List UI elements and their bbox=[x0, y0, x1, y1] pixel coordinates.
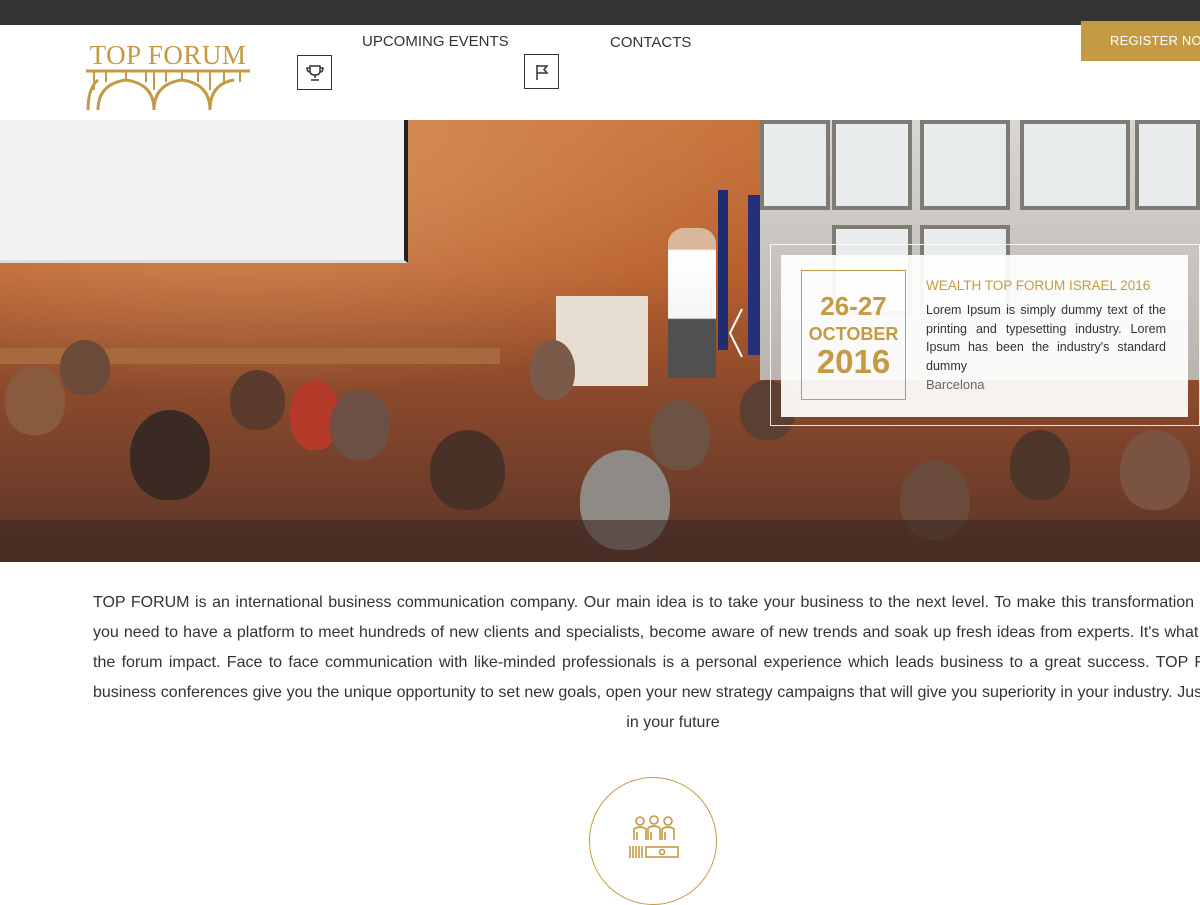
event-description: Lorem Ipsum is simply dummy text of the … bbox=[926, 303, 1166, 373]
event-month: OCTOBER bbox=[808, 324, 899, 344]
about-text: TOP FORUM is an international business c… bbox=[93, 594, 1200, 731]
trophy-icon bbox=[306, 65, 324, 81]
chevron-left-icon[interactable] bbox=[727, 307, 745, 359]
nav-contacts-button[interactable] bbox=[524, 54, 559, 89]
register-now-button[interactable]: REGISTER NOW bbox=[1081, 21, 1200, 61]
flag-icon bbox=[536, 65, 549, 80]
nav-contacts-link[interactable]: CONTACTS bbox=[610, 34, 691, 51]
event-year: 2016 bbox=[816, 343, 891, 380]
logo[interactable]: TOP FORUM bbox=[84, 40, 252, 112]
logo-text: TOP FORUM bbox=[89, 40, 247, 70]
projection-screen bbox=[0, 120, 408, 263]
feature-circle bbox=[589, 777, 717, 905]
event-date-box: 26-27 OCTOBER 2016 bbox=[801, 270, 906, 400]
bridge-logo-icon bbox=[86, 69, 250, 111]
nav-upcoming-events-button[interactable] bbox=[297, 55, 332, 90]
event-title[interactable]: WEALTH TOP FORUM ISRAEL 2016 bbox=[926, 278, 1150, 293]
event-location: Barcelona bbox=[926, 377, 985, 392]
top-bar bbox=[0, 0, 1200, 25]
event-days: 26-27 bbox=[820, 291, 887, 321]
conference-table-icon bbox=[629, 815, 679, 858]
nav-upcoming-events-link[interactable]: UPCOMING EVENTS bbox=[362, 33, 509, 50]
